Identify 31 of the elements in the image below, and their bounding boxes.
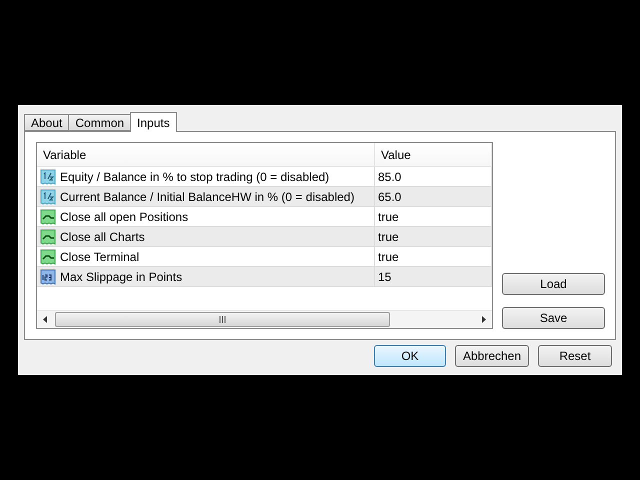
dialog-button[interactable]: Reset [538, 345, 612, 367]
variable-name: Max Slippage in Points [60, 270, 182, 284]
variable-name: Current Balance / Initial BalanceHW in % (0 = disabled) [60, 190, 354, 204]
column-header[interactable]: Variable [37, 143, 375, 166]
column-header[interactable]: Value [375, 143, 492, 166]
switch-icon [40, 228, 56, 244]
grip-icon [219, 316, 226, 323]
variable-value[interactable]: true [378, 250, 399, 264]
switch-icon [40, 208, 56, 224]
variable-value[interactable]: 85.0 [378, 170, 402, 184]
variable-value[interactable]: true [378, 230, 399, 244]
fraction-icon [40, 168, 56, 184]
number-icon [40, 268, 56, 284]
variable-value[interactable]: 15 [378, 270, 392, 284]
dialog-button[interactable]: OK [374, 345, 446, 367]
side-button[interactable]: Save [502, 307, 605, 329]
variable-name: Equity / Balance in % to stop trading (0 = disabled) [60, 170, 330, 184]
variable-name: Close Terminal [60, 250, 140, 264]
tab[interactable]: Inputs [130, 112, 177, 132]
variable-name: Close all Charts [60, 230, 145, 244]
switch-icon [40, 248, 56, 264]
variable-value[interactable]: true [378, 210, 399, 224]
fraction-icon [40, 188, 56, 204]
tab[interactable]: About [24, 114, 70, 131]
tab[interactable]: Common [68, 114, 132, 131]
scrollbar-thumb[interactable] [55, 312, 390, 327]
dialog-button[interactable]: Abbrechen [455, 345, 529, 367]
variable-name: Close all open Positions [60, 210, 188, 224]
horizontal-scrollbar[interactable] [37, 310, 492, 328]
side-button[interactable]: Load [502, 273, 605, 295]
variable-value[interactable]: 65.0 [378, 190, 402, 204]
